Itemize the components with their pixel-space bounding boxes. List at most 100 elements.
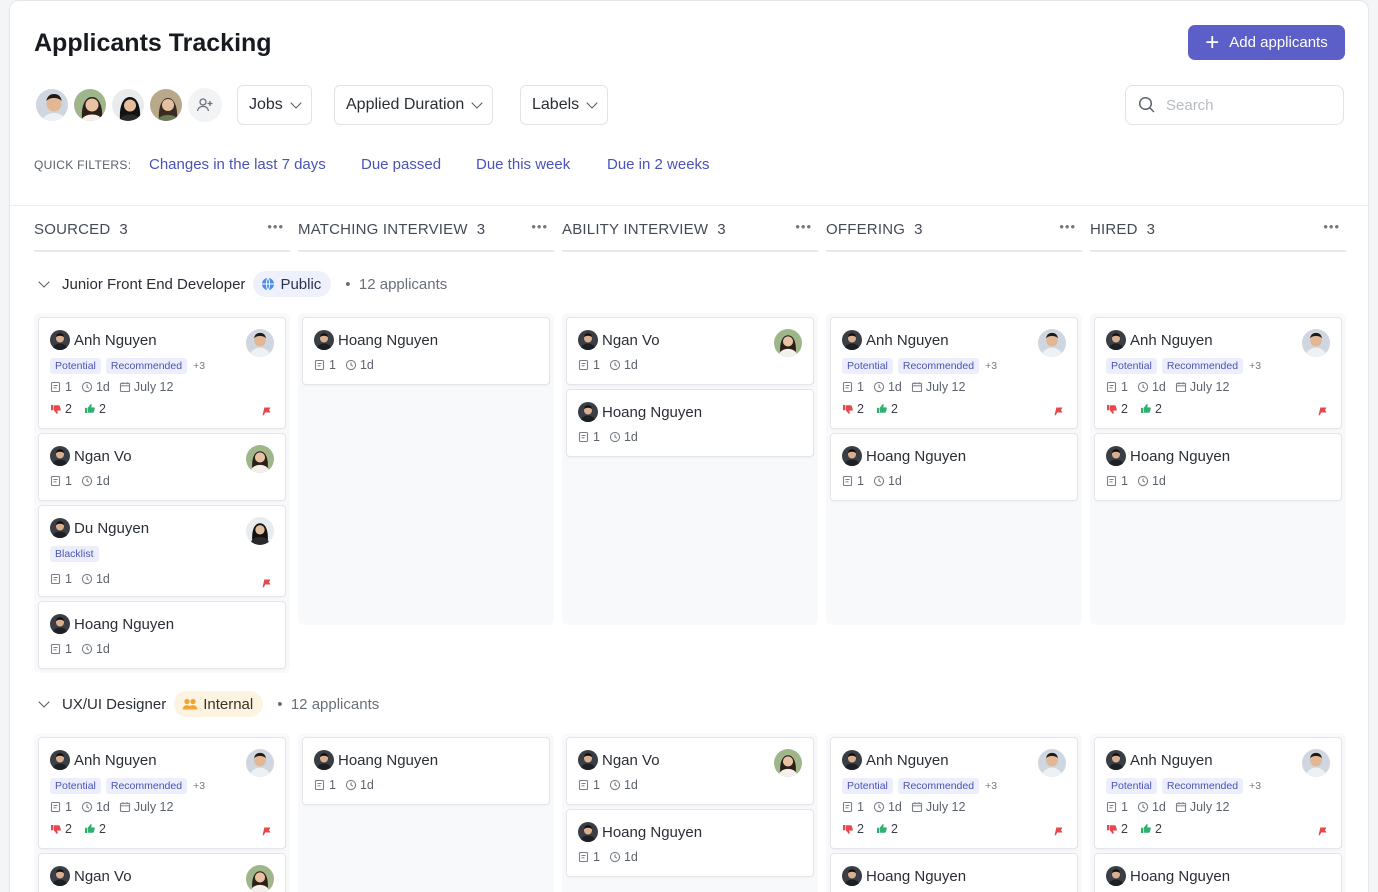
tag-potential[interactable]: Potential <box>50 358 101 374</box>
applied-duration-dropdown[interactable]: Applied Duration <box>334 85 494 125</box>
more-icon[interactable]: ••• <box>531 219 548 250</box>
tag-recommended[interactable]: Recommended <box>1161 778 1244 794</box>
chevron-down-icon[interactable] <box>38 696 50 708</box>
applicants-count-text: 12 applicants <box>290 695 380 713</box>
globe-icon <box>262 277 275 291</box>
applicant-card[interactable]: Anh Nguyen Potential Recommended +3 1 1d July … <box>38 737 286 849</box>
tag-recommended[interactable]: Recommended <box>105 358 188 374</box>
avatar[interactable] <box>148 87 184 123</box>
more-tags[interactable]: +3 <box>193 360 205 372</box>
quick-filter-last-7-days[interactable]: Changes in the last 7 days <box>149 156 326 173</box>
tag-recommended[interactable]: Recommended <box>105 778 188 794</box>
more-icon[interactable]: ••• <box>1059 219 1076 250</box>
applicant-card[interactable]: Anh Nguyen Potential Recommended +3 1 1d July … <box>1094 737 1342 849</box>
calendar-icon <box>1175 381 1187 393</box>
flag-icon[interactable] <box>1317 405 1329 417</box>
column-count: 3 <box>119 221 128 238</box>
applicant-card[interactable]: Hoang Nguyen11d <box>566 389 814 457</box>
applicant-card[interactable]: Anh Nguyen Potential Recommended +3 1 1d July … <box>38 317 286 429</box>
add-member-button[interactable] <box>188 88 222 122</box>
notes-icon <box>842 381 854 393</box>
search-input[interactable] <box>1166 96 1316 114</box>
applicant-card[interactable]: Ngan Vo11d <box>566 737 814 805</box>
search-box[interactable] <box>1125 85 1344 125</box>
applicant-card[interactable]: Hoang Nguyen11d <box>830 433 1078 501</box>
applicant-name-row: Du Nguyen <box>50 518 149 538</box>
applicant-card[interactable]: Hoang Nguyen11d <box>1094 853 1342 892</box>
tag-potential[interactable]: Potential <box>842 778 893 794</box>
downvotes: 2 <box>857 822 864 836</box>
applicant-card[interactable]: Anh Nguyen Potential Recommended +3 1 1d July … <box>1094 317 1342 429</box>
applicant-card[interactable]: Anh Nguyen Potential Recommended +3 1 1d July … <box>830 737 1078 849</box>
avatar <box>842 330 862 350</box>
tag-potential[interactable]: Potential <box>842 358 893 374</box>
chevron-down-icon[interactable] <box>38 276 50 288</box>
tag-recommended[interactable]: Recommended <box>897 358 980 374</box>
quick-filter-due-in-2-weeks[interactable]: Due in 2 weeks <box>607 156 710 173</box>
calendar-icon <box>119 381 131 393</box>
applicant-card[interactable]: Hoang Nguyen11d <box>302 317 550 385</box>
upvotes: 2 <box>1154 402 1162 416</box>
applicant-card[interactable]: Hoang Nguyen11d <box>830 853 1078 892</box>
avatar[interactable] <box>110 87 146 123</box>
applicant-card[interactable]: Hoang Nguyen11d <box>566 809 814 877</box>
job-group-header[interactable]: Junior Front End Developer Public • 12 a… <box>36 271 447 297</box>
votes: 22 <box>1106 822 1162 836</box>
tag-recommended[interactable]: Recommended <box>897 778 980 794</box>
card-meta: 1 1d <box>314 778 374 792</box>
notes-icon <box>1106 381 1118 393</box>
visibility-label: Internal <box>203 695 254 713</box>
more-tags[interactable]: +3 <box>985 360 997 372</box>
tag-blacklist[interactable]: Blacklist <box>50 546 99 562</box>
notes-count: 1 <box>857 474 864 488</box>
applicant-name-row: Anh Nguyen <box>1106 750 1213 770</box>
more-tags[interactable]: +3 <box>985 780 997 792</box>
applicant-name: Du Nguyen <box>74 519 150 537</box>
flag-icon[interactable] <box>1317 825 1329 837</box>
clock-icon <box>1137 381 1149 393</box>
applicant-card[interactable]: Hoang Nguyen11d <box>1094 433 1342 501</box>
more-icon[interactable]: ••• <box>795 219 812 250</box>
quick-filter-due-passed[interactable]: Due passed <box>361 156 441 173</box>
tag-recommended[interactable]: Recommended <box>1161 358 1244 374</box>
flag-icon[interactable] <box>261 825 273 837</box>
avatar[interactable] <box>72 87 108 123</box>
more-icon[interactable]: ••• <box>267 219 284 250</box>
add-applicants-button[interactable]: + Add applicants <box>1188 25 1345 60</box>
tag-potential[interactable]: Potential <box>1106 778 1157 794</box>
calendar-icon <box>119 801 131 813</box>
notes-icon <box>314 359 326 371</box>
applicant-photo <box>246 517 274 545</box>
notes-icon <box>50 475 62 487</box>
applicant-name: Anh Nguyen <box>866 331 949 349</box>
flag-icon[interactable] <box>261 405 273 417</box>
jobs-dropdown[interactable]: Jobs <box>237 85 312 125</box>
avatar[interactable] <box>34 87 70 123</box>
applicant-card[interactable]: Ngan Vo11d <box>566 317 814 385</box>
tag-potential[interactable]: Potential <box>1106 358 1157 374</box>
applicant-card[interactable]: Ngan Vo11d <box>38 433 286 501</box>
upvotes: 2 <box>98 822 106 836</box>
column-count: 3 <box>914 221 923 238</box>
calendar-icon <box>911 801 923 813</box>
applicant-card[interactable]: Hoang Nguyen11d <box>38 601 286 669</box>
more-icon[interactable]: ••• <box>1323 219 1340 250</box>
column-header-sourced: SOURCED 3 ••• <box>34 219 290 252</box>
more-tags[interactable]: +3 <box>1249 360 1261 372</box>
tag-potential[interactable]: Potential <box>50 778 101 794</box>
labels-dropdown[interactable]: Labels <box>520 85 609 125</box>
applicant-card[interactable]: Hoang Nguyen11d <box>302 737 550 805</box>
applicant-card[interactable]: Ngan Vo11d <box>38 853 286 892</box>
clock-icon <box>1137 801 1149 813</box>
more-tags[interactable]: +3 <box>193 780 205 792</box>
clock-icon <box>609 779 621 791</box>
more-tags[interactable]: +3 <box>1249 780 1261 792</box>
applicant-card[interactable]: Du Nguyen Blacklist 1 1d <box>38 505 286 597</box>
flag-icon[interactable] <box>261 577 273 589</box>
flag-icon[interactable] <box>1053 825 1065 837</box>
flag-icon[interactable] <box>1053 405 1065 417</box>
job-group-header[interactable]: UX/UI Designer Internal • 12 applicants <box>36 691 379 717</box>
applicant-card[interactable]: Anh Nguyen Potential Recommended +3 1 1d July … <box>830 317 1078 429</box>
applicant-photo <box>774 329 802 357</box>
quick-filter-due-this-week[interactable]: Due this week <box>476 156 570 173</box>
